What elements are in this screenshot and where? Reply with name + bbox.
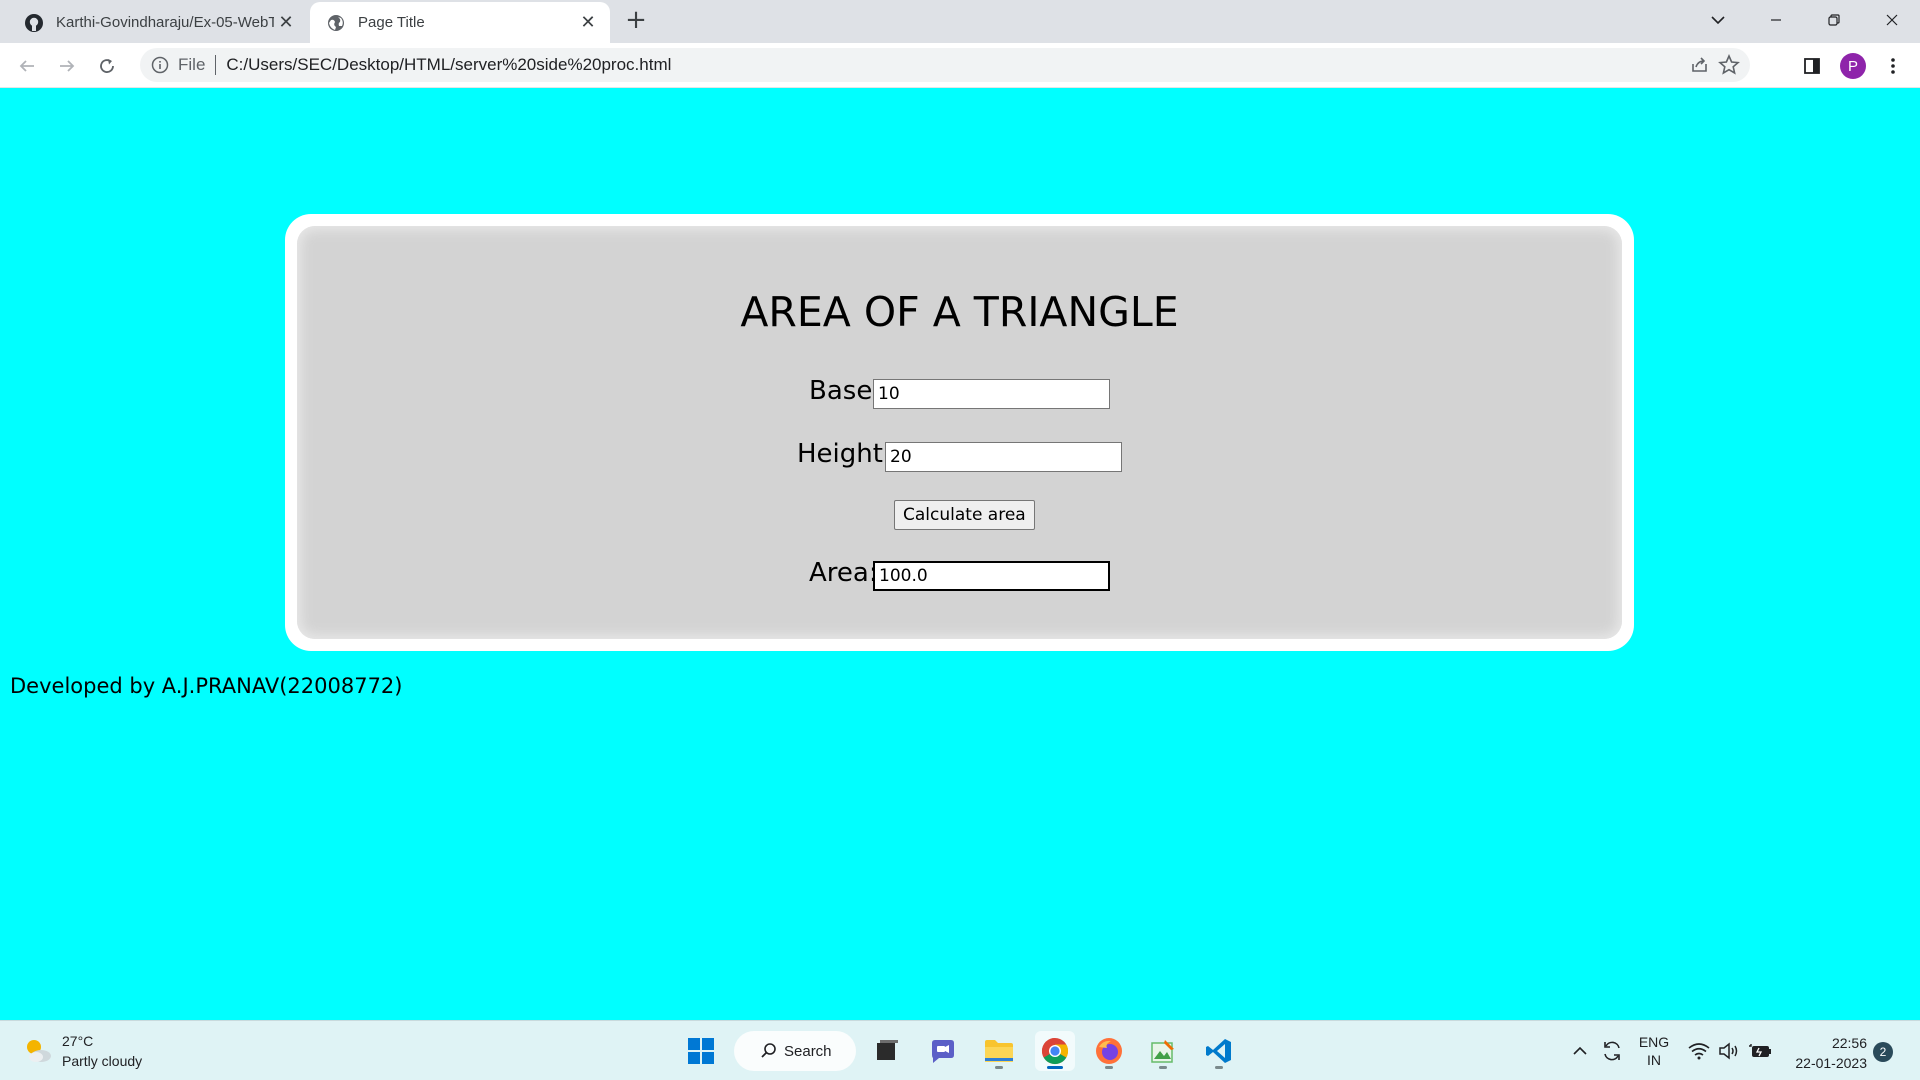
bookmark-star-icon[interactable] [1718,53,1740,81]
wifi-icon[interactable] [1686,1021,1712,1080]
windows-logo-icon [688,1038,714,1064]
calculate-area-button[interactable]: Calculate area [894,500,1035,530]
card-border: AREA OF A TRIANGLE Base: Height: Calcula… [285,214,1634,651]
kebab-menu-icon[interactable] [1878,51,1908,81]
area-label: Area: [809,558,878,588]
file-explorer-button[interactable] [979,1031,1019,1071]
tab-title: Karthi-Govindharaju/Ex-05-WebT [56,14,274,31]
new-tab-button[interactable]: + [622,7,650,35]
vscode-icon [1206,1039,1231,1063]
task-view-icon [877,1040,898,1060]
battery-icon[interactable] [1746,1021,1774,1080]
vscode-button[interactable] [1199,1031,1239,1071]
base-input[interactable] [873,379,1110,409]
restore-icon[interactable] [1806,0,1862,40]
reload-icon[interactable] [92,51,122,81]
weather-widget[interactable]: 27°C Partly cloudy [22,1031,142,1071]
base-label: Base: [809,376,882,406]
tab-title: Page Title [358,14,425,31]
running-indicator [1215,1066,1223,1069]
firefox-button[interactable] [1089,1031,1129,1071]
firefox-icon [1096,1038,1122,1064]
start-button[interactable] [681,1031,721,1071]
address-bar[interactable]: File C:/Users/SEC/Desktop/HTML/server%20… [140,48,1750,82]
scheme-label: File [178,55,206,74]
running-indicator [1105,1066,1113,1069]
task-view-button[interactable] [867,1031,907,1071]
profile-avatar[interactable]: P [1838,51,1868,81]
taskbar-search[interactable]: Search [734,1031,856,1071]
separator [215,55,217,75]
search-icon [761,1043,776,1058]
minimize-icon[interactable] [1748,0,1804,40]
show-hidden-icons-chevron-icon[interactable] [1568,1021,1592,1080]
close-tab-icon[interactable]: ✕ [576,11,600,35]
search-label: Search [784,1042,832,1060]
area-output[interactable] [873,561,1110,591]
running-indicator [1047,1066,1063,1069]
chrome-icon [1041,1037,1069,1065]
tab-search-icon[interactable] [1690,0,1746,40]
sync-icon[interactable] [1598,1021,1626,1080]
developer-credit: Developed by A.J.PRANAV(22008772) [10,674,403,698]
volume-icon[interactable] [1716,1021,1742,1080]
tab-strip: Karthi-Govindharaju/Ex-05-WebT ✕ Page Ti… [0,0,1920,43]
browser-toolbar: File C:/Users/SEC/Desktop/HTML/server%20… [0,43,1920,88]
folder-icon [985,1040,1013,1062]
url-text[interactable]: C:/Users/SEC/Desktop/HTML/server%20side%… [226,55,671,75]
weather-temperature: 27°C [62,1033,94,1049]
paint-icon [1151,1040,1174,1063]
back-arrow-icon[interactable] [12,51,42,81]
chat-icon [932,1040,954,1063]
share-icon[interactable] [1690,55,1710,80]
running-indicator [1159,1066,1167,1069]
tab-github[interactable]: Karthi-Govindharaju/Ex-05-WebT ✕ [8,2,308,43]
side-panel-icon[interactable] [1797,51,1827,81]
taskbar: 27°C Partly cloudy Search ENG IN 22:56 2… [0,1020,1920,1080]
partly-cloudy-icon [27,1040,51,1062]
chrome-button[interactable] [1035,1031,1075,1071]
avatar: P [1840,53,1866,79]
page-title: AREA OF A TRIANGLE [740,288,1179,336]
region-code: IN [1647,1052,1661,1068]
system-clock[interactable]: 22:56 22-01-2023 [1782,1033,1867,1073]
language-indicator[interactable]: ENG IN [1632,1021,1676,1080]
close-tab-icon[interactable]: ✕ [274,11,298,35]
clock-time: 22:56 [1831,1035,1867,1051]
notification-badge[interactable]: 2 [1873,1042,1893,1062]
teams-chat-button[interactable] [923,1031,963,1071]
height-label: Height: [797,439,892,469]
github-icon [24,13,44,33]
height-input[interactable] [885,442,1122,472]
globe-icon [326,13,346,33]
info-icon[interactable] [150,55,170,75]
tab-page-title[interactable]: Page Title ✕ [310,2,610,43]
forward-arrow-icon[interactable] [52,51,82,81]
triangle-form-card: AREA OF A TRIANGLE Base: Height: Calcula… [297,226,1622,639]
weather-condition: Partly cloudy [62,1053,143,1069]
clock-date: 22-01-2023 [1795,1055,1867,1071]
running-indicator [995,1066,1003,1069]
close-window-icon[interactable] [1864,0,1920,40]
paint-button[interactable] [1143,1031,1183,1071]
language-code: ENG [1638,1034,1670,1050]
